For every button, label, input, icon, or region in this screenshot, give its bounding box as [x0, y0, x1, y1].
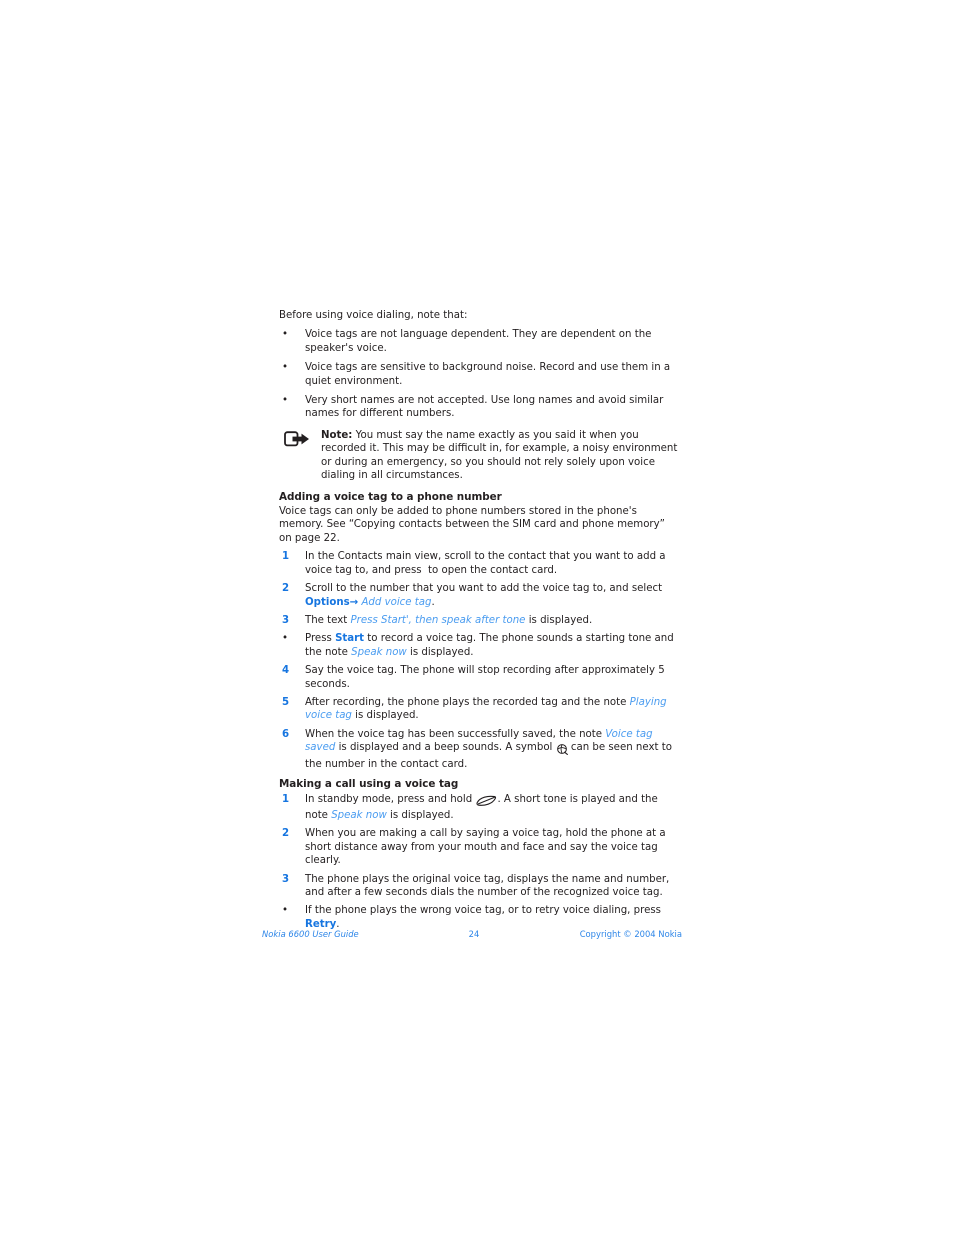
ui-term: Options: [305, 596, 350, 608]
text-run: is displayed.: [525, 614, 593, 626]
numbered-step: 2 Scroll to the number that you want to a…: [279, 582, 679, 609]
bullet-marker: •: [282, 395, 289, 407]
numbered-step: 4 Say the voice tag. The phone will stop …: [279, 664, 679, 691]
ui-term: Start: [335, 633, 365, 645]
list-item: • Voice tags are not language dependent. …: [279, 328, 679, 355]
numbered-step: 6 When the voice tag has been successfull…: [279, 728, 679, 771]
text-run: The text: [305, 614, 351, 626]
intro-paragraph: Before using voice dialing, note that:: [279, 310, 468, 321]
section-2-step-list: 1 In standby mode, press and hold . A sho…: [279, 793, 679, 932]
note-label: Note:: [321, 429, 353, 441]
list-item-text: Voice tags are sensitive to background n…: [305, 362, 671, 387]
text-run: is displayed.: [351, 710, 419, 722]
numbered-step: 3 The phone plays the original voice tag,…: [279, 873, 679, 900]
section-1-step-list: 1 In the Contacts main view, scroll to th…: [279, 550, 679, 771]
step-text: In standby mode, press and hold . A shor…: [305, 794, 658, 821]
list-item-text: Voice tags are not language dependent. T…: [305, 329, 652, 354]
step-number: 1: [282, 551, 290, 563]
step-number: 5: [282, 696, 290, 708]
bullet-marker: •: [282, 633, 289, 645]
step-text: If the phone plays the wrong voice tag, …: [305, 905, 661, 929]
step-text: In the Contacts main view, scroll to the…: [305, 551, 666, 575]
list-item: • If the phone plays the wrong voice tag,…: [279, 904, 679, 931]
text-run: .: [431, 596, 435, 608]
numbered-step: 1 In the Contacts main view, scroll to th…: [279, 550, 679, 577]
list-item: • Press Start to record a voice tag. The …: [279, 632, 679, 659]
step-text: Scroll to the number that you want to ad…: [305, 583, 662, 607]
step-number: 3: [282, 873, 290, 885]
step-text: When you are making a call by saying a v…: [305, 828, 666, 866]
step-text: Press Start to record a voice tag. The p…: [305, 633, 674, 657]
step-text: After recording, the phone plays the rec…: [305, 697, 667, 721]
text-run: Press: [305, 633, 336, 645]
step-text: When the voice tag has been successfully…: [305, 729, 672, 770]
text-run: When you are making a call by saying a v…: [305, 828, 666, 867]
ui-message-text: Speak now: [351, 646, 407, 658]
text-run: In standby mode, press and hold: [305, 793, 476, 805]
text-run: is displayed and a beep sounds. A symbol: [335, 742, 556, 754]
step-text: The phone plays the original voice tag, …: [305, 874, 669, 898]
step-text: The text Press Start', then speak after …: [305, 615, 592, 626]
section-2-heading: Making a call using a voice tag: [279, 777, 459, 790]
text-run: When the voice tag has been successfully…: [305, 728, 606, 740]
step-text: Say the voice tag. The phone will stop r…: [305, 665, 665, 689]
menu-arrow-icon: →: [349, 596, 359, 608]
numbered-step: 2 When you are making a call by saying a …: [279, 827, 679, 867]
text-run: to open the contact card.: [424, 564, 558, 576]
ui-message-text: Speak now: [331, 809, 387, 821]
bullet-marker: •: [282, 362, 289, 374]
bullet-marker: •: [282, 329, 289, 341]
bullet-marker: •: [282, 905, 289, 917]
page-footer: Nokia 6600 User Guide 24 Copyright © 200…: [262, 929, 682, 943]
text-run: Scroll to the number that you want to ad…: [305, 583, 663, 595]
note-block: Note: You must say the name exactly as y…: [279, 429, 679, 483]
note-text: You must say the name exactly as you sai…: [321, 429, 678, 482]
step-number: 6: [282, 728, 290, 740]
step-number: 1: [282, 793, 290, 805]
section-1-heading: Adding a voice tag to a phone number: [279, 491, 502, 504]
numbered-step: 3 The text Press Start', then speak after…: [279, 614, 679, 627]
numbered-step: 5 After recording, the phone plays the re…: [279, 696, 679, 723]
text-run: The phone plays the original voice tag, …: [305, 873, 670, 898]
document-page: Before using voice dialing, note that: •…: [279, 309, 679, 936]
list-item: • Voice tags are sensitive to background …: [279, 361, 679, 388]
list-item: • Very short names are not accepted. Use …: [279, 394, 679, 421]
step-number: 4: [282, 665, 290, 677]
right-selection-key-icon: [475, 795, 497, 809]
list-item-text: Very short names are not accepted. Use l…: [305, 395, 664, 420]
numbered-step: 1 In standby mode, press and hold . A sho…: [279, 793, 679, 823]
footer-copyright: Copyright © 2004 Nokia: [579, 929, 682, 939]
text-run: After recording, the phone plays the rec…: [305, 696, 630, 708]
step-number: 2: [282, 583, 290, 595]
section-1-body: Voice tags can only be added to phone nu…: [279, 506, 665, 544]
footer-page-number: 24: [468, 929, 480, 939]
ui-message-text: Add voice tag: [361, 596, 432, 608]
step-number: 2: [282, 828, 290, 840]
text-run: Say the voice tag. The phone will stop r…: [305, 665, 665, 690]
intro-bullet-list: • Voice tags are not language dependent. …: [279, 328, 679, 420]
text-run: is displayed.: [406, 646, 474, 658]
ui-message-text: Press Start', then speak after tone: [350, 614, 526, 626]
voice-tag-symbol-icon: [556, 743, 568, 757]
step-number: 3: [282, 614, 290, 626]
text-run: If the phone plays the wrong voice tag, …: [305, 905, 661, 917]
note-arrow-icon: [284, 431, 310, 447]
text-run: is displayed.: [386, 809, 454, 821]
